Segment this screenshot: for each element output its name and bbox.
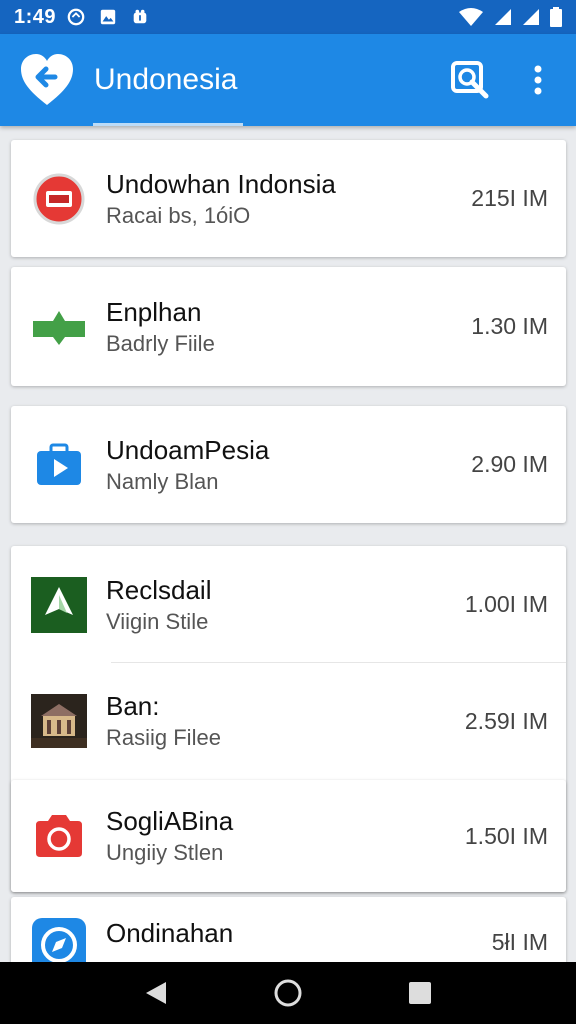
item-text: Undowhan Indonsia Racai bs, 1óiO: [106, 168, 336, 230]
item-title: Undowhan Indonsia: [106, 168, 336, 199]
item-title: Enplhan: [106, 296, 202, 327]
item-size: 1.30 IM: [471, 313, 548, 339]
app-icon: [31, 693, 87, 749]
list-item[interactable]: Ban: Rasiig Filee 2.59I IM: [11, 663, 566, 779]
nav-home-button[interactable]: [264, 969, 312, 1017]
list-card: SoglіABina Ungiiy Stlen 1.50I IM: [11, 780, 566, 892]
image-icon: [100, 9, 116, 25]
app-icon: [31, 576, 87, 633]
item-text: Reclsdail Viigin Stile: [106, 574, 212, 636]
item-title: SoglіABina: [106, 806, 234, 836]
page-title: Undonesia: [94, 63, 238, 96]
item-size: 215I IM: [471, 185, 548, 211]
signal-icon: [495, 9, 511, 25]
list-item[interactable]: Reclsdail Viigin Stile 1.00I IM: [11, 546, 566, 663]
item-size: 2.90 IM: [471, 451, 548, 477]
bug-icon: [133, 9, 147, 24]
more-vert-icon: [534, 65, 542, 95]
item-title: Ondinahan: [106, 918, 234, 948]
app-bar: Undonesia: [0, 34, 576, 126]
status-notification-icons: [66, 8, 150, 26]
nav-recents-button[interactable]: [396, 969, 444, 1017]
app-icon: [31, 917, 87, 962]
list-item[interactable]: Undowhan Indonsia Racai bs, 1óiO 215I IM: [11, 140, 566, 257]
item-subtitle: Viigin Stile: [106, 608, 209, 634]
app-bar-actions: [450, 60, 558, 100]
list-card: UndoamPesia Namly Blan 2.90 IM: [11, 406, 566, 523]
item-size: 5łI IM: [491, 929, 548, 955]
green-arrow-app-icon: [33, 310, 85, 345]
item-text: Ban: Rasiig Filee: [106, 690, 221, 752]
back-heart-icon: [21, 54, 73, 105]
search-button[interactable]: [450, 60, 490, 100]
list-card: Ondinahan 5łI IM: [11, 897, 566, 962]
red-circle-app-icon: [33, 173, 85, 224]
item-title: Ban:: [106, 691, 160, 721]
recents-square-icon: [409, 982, 431, 1004]
item-title: Reclsdail: [106, 574, 212, 605]
item-text: Enplhan Badrly Fiile: [106, 296, 215, 358]
app-icon: [31, 299, 87, 355]
list-card: Enplhan Badrly Fiile 1.30 IM: [11, 267, 566, 386]
list-card: Undowhan Indonsia Racai bs, 1óiO 215I IM: [11, 140, 566, 257]
list-item[interactable]: Ondinahan 5łI IM: [11, 897, 566, 962]
item-size: 1.50I IM: [464, 822, 548, 849]
nav-back-button[interactable]: [132, 969, 180, 1017]
navigation-bar: [0, 962, 576, 1024]
back-triangle-icon: [146, 982, 166, 1004]
file-list: Undowhan Indonsia Racai bs, 1óiO 215I IM…: [0, 126, 576, 962]
battery-icon: [550, 7, 562, 27]
item-text: UndoamPesia Namly Blan: [106, 434, 269, 496]
list-item[interactable]: Enplhan Badrly Fiile 1.30 IM: [11, 267, 566, 386]
item-title: UndoamPesia: [106, 434, 270, 465]
green-tree-app-icon: [31, 576, 87, 633]
sync-icon: [67, 8, 85, 26]
more-options-button[interactable]: [518, 60, 558, 100]
item-text: SoglіABina Ungiiy Stlen: [106, 805, 233, 867]
status-bar: 1:49: [0, 0, 576, 34]
wifi-icon: [459, 8, 483, 26]
item-size: 2.59I IM: [464, 707, 548, 734]
search-icon: [451, 61, 489, 99]
item-subtitle: Namly Blan: [106, 468, 219, 494]
list-item[interactable]: UndoamPesia Namly Blan 2.90 IM: [11, 406, 566, 523]
app-icon: [31, 171, 87, 227]
app-icon: [31, 808, 87, 864]
item-size: 1.00I IM: [464, 591, 548, 617]
item-text: Ondinahan: [106, 917, 233, 949]
list-item[interactable]: SoglіABina Ungiiy Stlen 1.50I IM: [11, 780, 566, 892]
home-circle-icon: [274, 979, 302, 1007]
blue-compass-app-icon: [32, 918, 86, 962]
signal-icon: [523, 9, 539, 25]
blue-play-bag-icon: [37, 443, 81, 485]
item-subtitle: Racai bs, 1óiO: [106, 202, 251, 228]
item-subtitle: Badrly Fiile: [106, 330, 215, 356]
item-subtitle: Ungiiy Stlen: [106, 840, 224, 865]
building-photo-icon: [31, 694, 87, 748]
back-button[interactable]: [18, 51, 76, 109]
status-system-icons: [458, 7, 562, 27]
status-time: 1:49: [14, 5, 57, 28]
app-icon: [31, 437, 87, 493]
item-subtitle: Rasiig Filee: [106, 725, 221, 750]
red-camera-app-icon: [36, 815, 82, 857]
